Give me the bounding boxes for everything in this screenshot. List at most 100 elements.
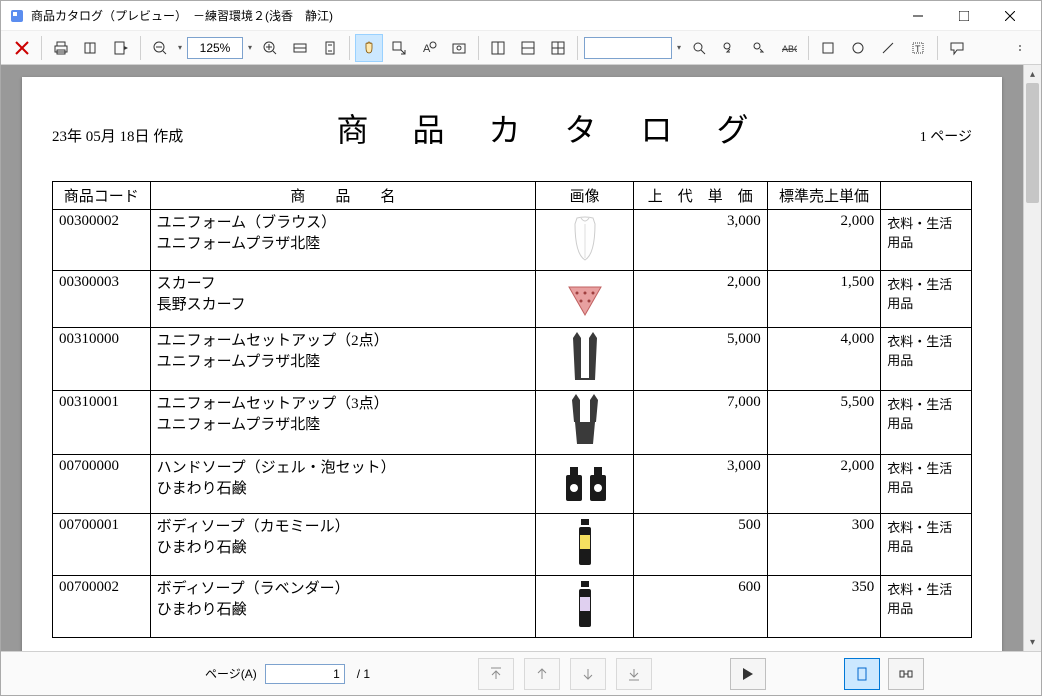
cell-image	[536, 576, 634, 638]
export-button[interactable]	[107, 34, 135, 62]
print-setup-button[interactable]	[77, 34, 105, 62]
cell-name: ハンドソープ（ジェル・泡セット）ひまわり石鹸	[150, 455, 536, 514]
cell-category: 衣料・生活用品	[881, 391, 972, 455]
th-name: 商 品 名	[150, 182, 536, 210]
comment-button[interactable]	[943, 34, 971, 62]
zoom-in-button[interactable]	[256, 34, 284, 62]
search-next-button[interactable]	[745, 34, 773, 62]
table-row: 00700002ボディソープ（ラベンダー）ひまわり石鹸 600350衣料・生活用品	[53, 576, 972, 638]
scroll-up-button[interactable]: ▴	[1024, 65, 1041, 83]
scroll-down-button[interactable]: ▾	[1024, 633, 1041, 651]
vertical-scrollbar[interactable]: ▴ ▾	[1023, 65, 1041, 651]
zoom-tool-button[interactable]	[385, 34, 413, 62]
total-pages: / 1	[357, 667, 370, 681]
layout-grid-button[interactable]	[544, 34, 572, 62]
cell-price2: 5,500	[767, 391, 880, 455]
annot-ellipse-button[interactable]	[844, 34, 872, 62]
product-thumb	[560, 394, 610, 444]
annot-text-button[interactable]: T	[904, 34, 932, 62]
cell-image	[536, 328, 634, 391]
statusbar: ページ(A) / 1	[1, 651, 1041, 695]
zoom-out-button[interactable]	[146, 34, 174, 62]
cell-category: 衣料・生活用品	[881, 576, 972, 638]
cell-name: ボディソープ（カモミール）ひまわり石鹸	[150, 514, 536, 576]
cell-price: 3,000	[633, 210, 767, 271]
preview-viewport[interactable]: 23年 05月 18日 作成 商 品 カ タ ロ グ 1 ページ 商品コード 商…	[1, 65, 1023, 651]
product-thumb	[560, 274, 610, 324]
window-title: 商品カタログ（プレビュー） －練習環境２(浅香 静江)	[31, 7, 895, 24]
cell-code: 00300002	[53, 210, 151, 271]
maximize-button[interactable]	[941, 2, 987, 30]
continuous-view-button[interactable]	[888, 658, 924, 690]
cell-code: 00310001	[53, 391, 151, 455]
next-page-button[interactable]	[570, 658, 606, 690]
cell-price: 500	[633, 514, 767, 576]
search-button[interactable]	[685, 34, 713, 62]
product-thumb	[560, 579, 610, 629]
table-row: 00300003スカーフ長野スカーフ2,0001,500衣料・生活用品	[53, 271, 972, 328]
cell-price2: 2,000	[767, 210, 880, 271]
cell-price2: 1,500	[767, 271, 880, 328]
cell-price: 5,000	[633, 328, 767, 391]
product-thumb	[560, 458, 610, 508]
cell-category: 衣料・生活用品	[881, 210, 972, 271]
snapshot-button[interactable]	[445, 34, 473, 62]
th-code: 商品コード	[53, 182, 151, 210]
fit-width-button[interactable]	[286, 34, 314, 62]
layout-split-v-button[interactable]	[484, 34, 512, 62]
cell-code: 00700000	[53, 455, 151, 514]
cell-image	[536, 271, 634, 328]
th-category	[881, 182, 972, 210]
cell-name: ボディソープ（ラベンダー）ひまわり石鹸	[150, 576, 536, 638]
scroll-track[interactable]	[1024, 83, 1041, 633]
scroll-thumb[interactable]	[1026, 83, 1039, 203]
cell-price2: 350	[767, 576, 880, 638]
single-page-view-button[interactable]	[844, 658, 880, 690]
cell-name: ユニフォームセットアップ（2点）ユニフォームプラザ北陸	[150, 328, 536, 391]
zoom-out-dropdown[interactable]: ▾	[175, 37, 185, 59]
table-row: 00700001ボディソープ（カモミール）ひまわり石鹸500300衣料・生活用品	[53, 514, 972, 576]
catalog-table: 商品コード 商 品 名 画像 上 代 単 価 標準売上単価 00300002ユニ…	[52, 181, 972, 638]
titlebar: 商品カタログ（プレビュー） －練習環境２(浅香 静江)	[1, 1, 1041, 31]
cell-category: 衣料・生活用品	[881, 328, 972, 391]
prev-page-button[interactable]	[524, 658, 560, 690]
cell-image	[536, 455, 634, 514]
cell-code: 00700002	[53, 576, 151, 638]
last-page-button[interactable]	[616, 658, 652, 690]
th-price: 上 代 単 価	[633, 182, 767, 210]
product-thumb	[560, 213, 610, 263]
search-input[interactable]	[584, 37, 672, 59]
more-button[interactable]	[1006, 34, 1034, 62]
app-icon	[9, 8, 25, 24]
cell-price: 600	[633, 576, 767, 638]
slideshow-button[interactable]	[730, 658, 766, 690]
print-button[interactable]	[47, 34, 75, 62]
page-number-label: 1 ページ	[920, 126, 972, 146]
close-preview-button[interactable]	[8, 34, 36, 62]
th-price2: 標準売上単価	[767, 182, 880, 210]
fit-page-button[interactable]	[316, 34, 344, 62]
minimize-button[interactable]	[895, 2, 941, 30]
zoom-input[interactable]	[187, 37, 243, 59]
cell-price2: 300	[767, 514, 880, 576]
text-select-button[interactable]: A	[415, 34, 443, 62]
annot-rect-button[interactable]	[814, 34, 842, 62]
page-input[interactable]	[265, 664, 345, 684]
layout-split-h-button[interactable]	[514, 34, 542, 62]
cell-name: ユニフォーム（ブラウス）ユニフォームプラザ北陸	[150, 210, 536, 271]
zoom-dropdown[interactable]: ▾	[245, 37, 255, 59]
annot-line-button[interactable]	[874, 34, 902, 62]
svg-text:ABC: ABC	[782, 44, 797, 54]
first-page-button[interactable]	[478, 658, 514, 690]
table-row: 00310000ユニフォームセットアップ（2点）ユニフォームプラザ北陸5,000…	[53, 328, 972, 391]
search-prev-button[interactable]	[715, 34, 743, 62]
cell-name: スカーフ長野スカーフ	[150, 271, 536, 328]
cell-image	[536, 391, 634, 455]
cell-code: 00700001	[53, 514, 151, 576]
search-dropdown[interactable]: ▾	[674, 37, 684, 59]
highlight-button[interactable]: ABC	[775, 34, 803, 62]
svg-text:T: T	[915, 44, 921, 54]
close-button[interactable]	[987, 2, 1033, 30]
hand-tool-button[interactable]	[355, 34, 383, 62]
table-row: 00310001ユニフォームセットアップ（3点）ユニフォームプラザ北陸7,000…	[53, 391, 972, 455]
